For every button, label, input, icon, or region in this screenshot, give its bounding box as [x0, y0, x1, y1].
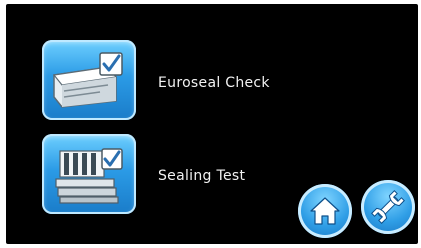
- home-icon: [310, 197, 340, 225]
- sealing-test-icon: [55, 148, 123, 204]
- euroseal-check-button[interactable]: [42, 40, 136, 120]
- sealing-test-button[interactable]: [42, 134, 136, 214]
- euroseal-check-label: Euroseal Check: [158, 75, 270, 91]
- sealing-test-label: Sealing Test: [158, 168, 246, 184]
- touch-screen: Euroseal Check Sealing Test: [6, 4, 418, 244]
- euroseal-check-icon: [52, 52, 123, 108]
- settings-button[interactable]: [361, 180, 415, 234]
- wrench-icon: [371, 190, 405, 224]
- home-button[interactable]: [298, 184, 352, 238]
